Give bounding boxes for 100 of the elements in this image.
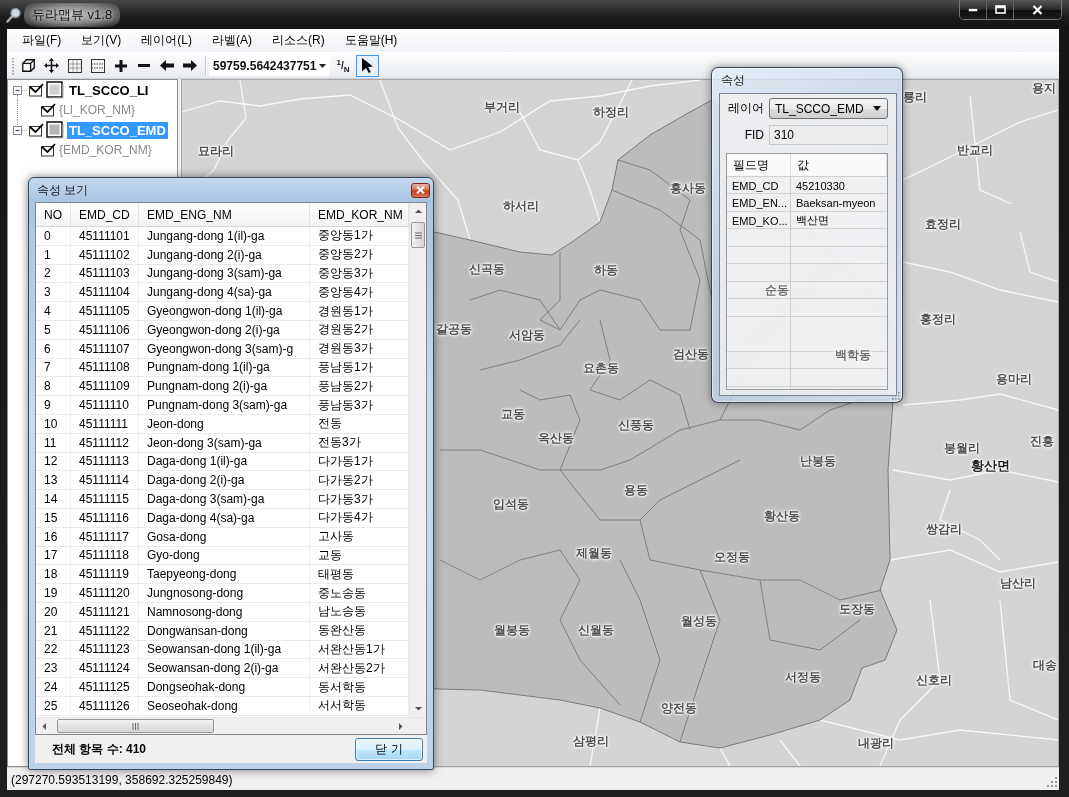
map-place-label: 신풍동 (618, 416, 654, 434)
table-cell: 45111114 (71, 471, 139, 491)
minimize-button[interactable] (960, 0, 987, 19)
table-cell: 45111115 (71, 490, 139, 509)
left-arrow-icon (159, 60, 174, 71)
table-cell: Pungnam-dong 2(i)-ga (139, 377, 310, 397)
vertical-scrollbar[interactable] (409, 203, 426, 717)
map-place-label: 흥사동 (670, 179, 706, 197)
table-cell-text: 45210330 (795, 178, 846, 194)
map-place-label: 하정리 (593, 103, 629, 121)
table-cell: Jungang-dong 3(sam)-ga (139, 264, 310, 284)
close-dialog-button[interactable]: 닫 기 (355, 737, 423, 761)
table-cell: Gyeongwon-dong 3(sam)-g (139, 339, 310, 359)
map-place-label: 용마리 (996, 370, 1032, 388)
map-place-label: 쌍감리 (926, 520, 962, 538)
table-cell: 10 (36, 414, 71, 434)
table-cell: 7 (36, 358, 71, 378)
scrollbar-thumb[interactable] (57, 719, 214, 733)
map-place-label: 부거리 (484, 98, 520, 116)
visibility-checkbox[interactable] (40, 103, 56, 117)
resize-grip-icon[interactable] (891, 391, 900, 400)
map-place-label: 백학동 (835, 346, 871, 364)
scrollbar-thumb[interactable] (411, 222, 425, 248)
column-header[interactable]: EMD_CD (71, 203, 139, 227)
map-place-label: 서암동 (509, 326, 545, 344)
table-cell: 45111101 (71, 227, 139, 246)
map-place-label: 내광리 (858, 734, 894, 752)
layer-label: 레이어 (727, 100, 764, 117)
map-place-label: 용지 (1032, 80, 1056, 97)
resize-grip-icon[interactable] (1046, 776, 1057, 787)
menu-item[interactable]: 보기(V) (71, 30, 132, 51)
map-place-label: 서정동 (785, 668, 821, 686)
scale-combo[interactable]: 59759.5642437751 (209, 55, 330, 76)
map-place-label: 진흥 (1030, 432, 1054, 450)
layer-select[interactable]: TL_SCCO_EMD (769, 98, 888, 119)
table-cell: Daga-dong 2(i)-ga (139, 471, 310, 491)
visibility-checkbox[interactable] (28, 83, 44, 97)
close-button[interactable] (1014, 0, 1061, 19)
table-cell: Gyeongwon-dong 2(i)-ga (139, 321, 310, 340)
map-place-label: 양전동 (661, 699, 697, 717)
map-place-label: 삼평리 (573, 732, 609, 750)
table-cell: 45111119 (71, 565, 139, 585)
close-icon (416, 186, 425, 194)
menu-item[interactable]: 레이어(L) (131, 30, 202, 51)
label-field-name[interactable]: {LI_KOR_NM} (59, 103, 136, 117)
horizontal-scrollbar[interactable] (36, 717, 426, 734)
label-field-name[interactable]: {EMD_KOR_NM} (59, 143, 152, 157)
pointer-icon (362, 58, 373, 73)
map-place-label: 반교리 (957, 141, 993, 159)
grip-lines-icon (414, 231, 422, 239)
map-place-label: 갈공동 (436, 320, 472, 338)
table-cell-text: 백산면 (795, 213, 830, 229)
visibility-checkbox[interactable] (28, 123, 44, 137)
table-cell: 45111111 (71, 414, 139, 434)
menu-item[interactable]: 리소스(R) (262, 30, 335, 51)
table-cell: 22 (36, 640, 71, 660)
visibility-checkbox[interactable] (40, 143, 56, 157)
menu-item[interactable]: 파일(F) (12, 30, 72, 51)
cursor-coordinates: (297270.593513199, 358692.325259849) (11, 773, 233, 787)
map-place-label: 교동 (501, 405, 525, 423)
table-cell: 13 (36, 471, 71, 491)
table-cell: 45111107 (71, 339, 139, 359)
dialog-close-button[interactable] (411, 182, 430, 198)
column-header[interactable]: EMD_ENG_NM (139, 203, 310, 227)
column-header[interactable]: 값 (791, 154, 887, 177)
table-cell: 3 (36, 283, 71, 303)
column-header[interactable]: NO (36, 203, 71, 227)
fid-field[interactable]: 310 (769, 125, 888, 145)
map-place-label: 신월동 (578, 621, 614, 639)
table-cell: 45111108 (71, 358, 139, 378)
table-cell: Taepyeong-dong (139, 565, 310, 585)
table-cell: 15 (36, 508, 71, 528)
table-cell: Jeon-dong (139, 414, 310, 434)
grid-icon (67, 58, 82, 73)
table-cell: 45111104 (71, 283, 139, 303)
map-place-label: 황산면 (970, 457, 1010, 475)
table-cell: 45111120 (71, 584, 139, 603)
maximize-button[interactable] (987, 0, 1014, 19)
table-cell: Jungang-dong 4(sa)-ga (139, 283, 310, 303)
map-place-label: 하동 (594, 261, 618, 279)
right-arrow-icon (182, 60, 197, 71)
table-cell-text: EMD_EN... (731, 196, 788, 212)
pointer-tool-button[interactable] (356, 54, 379, 77)
minimize-icon (968, 7, 978, 12)
map-place-label: 순동 (765, 281, 789, 299)
table-cell: 19 (36, 584, 71, 603)
table-cell: 45111110 (71, 396, 139, 415)
menu-item[interactable]: 라벨(A) (202, 30, 262, 51)
column-header[interactable]: 필드명 (727, 154, 791, 177)
maximize-icon (994, 5, 1006, 14)
map-place-label: 신호리 (916, 671, 952, 689)
caret-icon (319, 63, 326, 68)
column-header[interactable]: EMD_KOR_NM (310, 203, 409, 227)
menu-item[interactable]: 도움말(H) (334, 30, 408, 51)
map-place-label: 도장동 (839, 600, 875, 618)
table-cell: 45111106 (71, 321, 139, 340)
table-cell-text: EMD_CD (731, 178, 780, 194)
table-cell: 45111124 (71, 659, 139, 679)
ratio-button[interactable]: $^{1}$/$_{N}$ (332, 54, 354, 77)
layer-name[interactable]: TL_SCCO_LI (67, 81, 151, 99)
